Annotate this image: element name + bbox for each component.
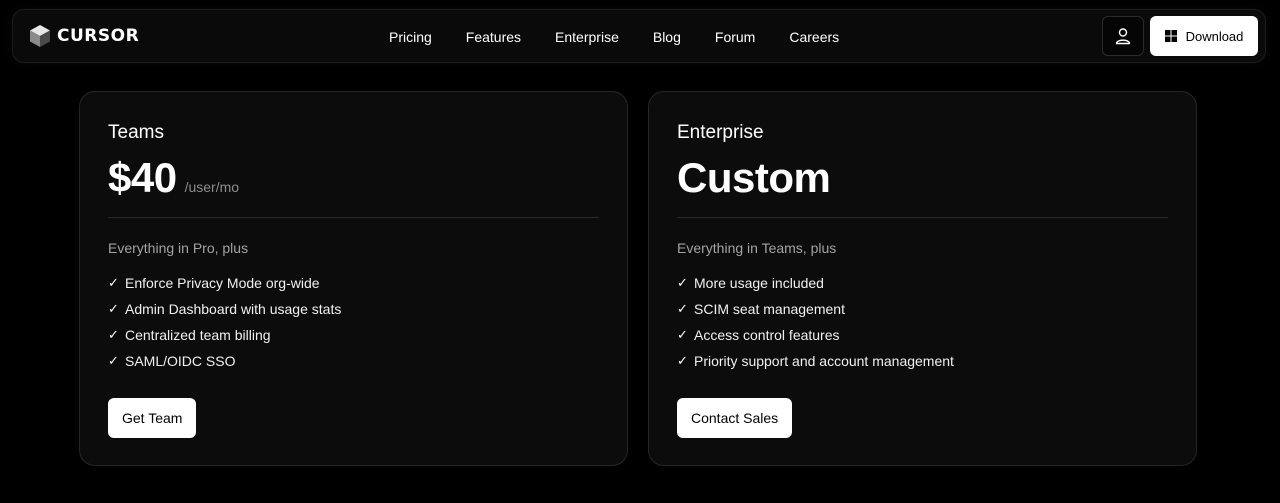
feature-text: SAML/OIDC SSO xyxy=(125,353,236,369)
check-icon: ✓ xyxy=(108,301,119,316)
plan-name: Teams xyxy=(108,122,164,143)
feature-item: ✓ More usage included xyxy=(677,270,954,296)
divider xyxy=(108,217,599,218)
plan-card-teams: Teams $40 /user/mo Everything in Pro, pl… xyxy=(79,91,628,466)
feature-item: ✓ SCIM seat management xyxy=(677,296,954,322)
windows-icon xyxy=(1164,30,1177,42)
nav-link-careers[interactable]: Careers xyxy=(789,29,839,45)
brand-name: CURSOR xyxy=(57,26,140,46)
nav-link-blog[interactable]: Blog xyxy=(653,29,681,45)
plan-subtitle: Everything in Pro, plus xyxy=(108,240,249,256)
price-row: Custom xyxy=(677,154,838,202)
top-navbar: CURSOR Pricing Features Enterprise Blog … xyxy=(12,9,1266,63)
feature-text: Access control features xyxy=(694,327,840,343)
feature-item: ✓ Priority support and account management xyxy=(677,348,954,374)
feature-text: Centralized team billing xyxy=(125,327,271,343)
nav-link-pricing[interactable]: Pricing xyxy=(389,29,432,45)
plan-price: Custom xyxy=(677,154,831,201)
check-icon: ✓ xyxy=(677,353,688,368)
feature-text: Admin Dashboard with usage stats xyxy=(125,301,342,317)
feature-item: ✓ Centralized team billing xyxy=(108,322,341,348)
plan-card-enterprise: Enterprise Custom Everything in Teams, p… xyxy=(648,91,1197,466)
check-icon: ✓ xyxy=(108,327,119,342)
main-nav: Pricing Features Enterprise Blog Forum C… xyxy=(389,10,839,64)
plan-subtitle: Everything in Teams, plus xyxy=(677,240,837,256)
price-row: $40 /user/mo xyxy=(108,154,239,202)
feature-item: ✓ Access control features xyxy=(677,322,954,348)
nav-link-forum[interactable]: Forum xyxy=(715,29,755,45)
plan-price: $40 xyxy=(108,154,177,201)
feature-list: ✓ Enforce Privacy Mode org-wide ✓ Admin Da… xyxy=(108,270,341,374)
check-icon: ✓ xyxy=(677,327,688,342)
feature-item: ✓ Enforce Privacy Mode org-wide xyxy=(108,270,341,296)
account-button[interactable] xyxy=(1102,16,1144,56)
plan-name: Enterprise xyxy=(677,122,764,143)
check-icon: ✓ xyxy=(108,275,119,290)
feature-text: Enforce Privacy Mode org-wide xyxy=(125,275,320,291)
get-team-button[interactable]: Get Team xyxy=(108,398,197,438)
brand-logo[interactable]: CURSOR xyxy=(29,24,139,48)
check-icon: ✓ xyxy=(677,275,688,290)
feature-text: Priority support and account management xyxy=(694,353,954,369)
price-unit: /user/mo xyxy=(184,179,240,195)
feature-item: ✓ Admin Dashboard with usage stats xyxy=(108,296,341,322)
check-icon: ✓ xyxy=(108,353,119,368)
download-button[interactable]: Download xyxy=(1150,16,1258,56)
cube-logo-icon xyxy=(30,25,50,47)
feature-text: SCIM seat management xyxy=(694,301,845,317)
feature-text: More usage included xyxy=(694,275,824,291)
feature-item: ✓ SAML/OIDC SSO xyxy=(108,348,341,374)
contact-sales-button[interactable]: Contact Sales xyxy=(677,398,793,438)
nav-link-enterprise[interactable]: Enterprise xyxy=(555,29,619,45)
check-icon: ✓ xyxy=(677,301,688,316)
nav-link-features[interactable]: Features xyxy=(466,29,521,45)
feature-list: ✓ More usage included ✓ SCIM seat manageme… xyxy=(677,270,954,374)
divider xyxy=(677,217,1168,218)
download-label: Download xyxy=(1185,28,1244,44)
user-icon xyxy=(1115,28,1131,45)
